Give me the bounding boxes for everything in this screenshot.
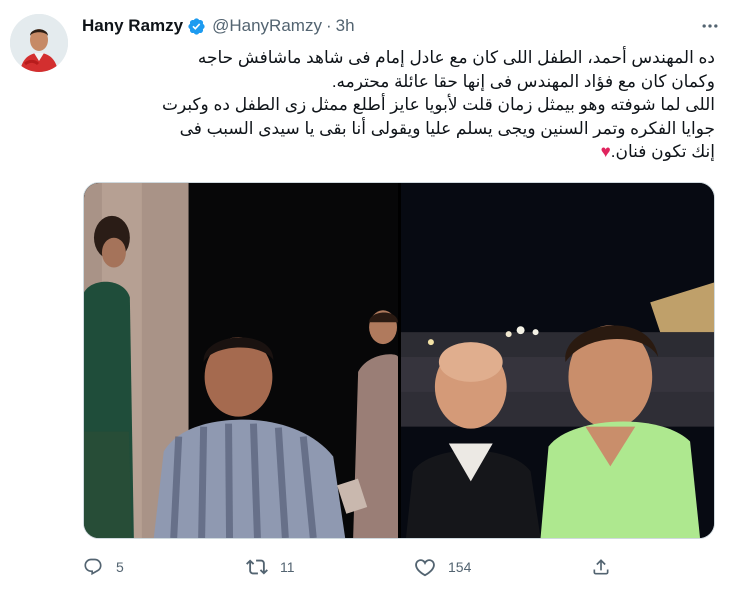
display-name[interactable]: Hany Ramzy	[82, 16, 183, 36]
photo-classic-film-still[interactable]	[84, 183, 398, 538]
photo-selfie-two-men[interactable]	[401, 183, 714, 538]
avatar[interactable]	[10, 14, 68, 72]
tweet-text-last: إنك تكون فنان.	[610, 142, 715, 161]
retweet-icon	[246, 556, 268, 578]
tweet-text-line: ده المهندس أحمد، الطفل اللى كان مع عادل …	[197, 48, 715, 67]
tweet-text: ده المهندس أحمد، الطفل اللى كان مع عادل …	[82, 46, 715, 164]
reply-count: 5	[116, 559, 124, 575]
more-options-button[interactable]	[696, 14, 724, 38]
tweet-actions: 5 11 154	[82, 553, 622, 581]
verified-badge-icon	[187, 17, 206, 36]
share-button[interactable]	[590, 553, 612, 581]
more-horizontal-icon	[702, 24, 718, 28]
tweet[interactable]: Hany Ramzy @HanyRamzy · 3h ده المهندس أح…	[0, 0, 737, 592]
tweet-text-line-last: إنك تكون فنان.♥	[82, 140, 715, 164]
handle[interactable]: @HanyRamzy	[212, 16, 322, 36]
timestamp[interactable]: 3h	[336, 16, 355, 36]
retweet-count: 11	[280, 559, 295, 575]
tweet-text-line: وكمان كان مع فؤاد المهندس فى إنها حقا عا…	[331, 71, 715, 91]
film-still-image	[84, 183, 398, 538]
heart-outline-icon	[414, 556, 436, 578]
heart-emoji: ♥	[600, 142, 611, 161]
reply-button[interactable]: 5	[82, 553, 124, 581]
selfie-image	[401, 183, 714, 538]
tweet-header: Hany Ramzy @HanyRamzy · 3h	[82, 15, 355, 37]
tweet-text-line: جوايا الفكره وتمر السنين ويجى يسلم عليا …	[179, 118, 715, 138]
separator-dot: ·	[325, 16, 332, 35]
retweet-button[interactable]: 11	[246, 553, 295, 581]
media-grid	[83, 182, 715, 539]
avatar-image	[10, 14, 68, 72]
share-icon	[590, 556, 612, 578]
like-count: 154	[448, 559, 472, 575]
like-button[interactable]: 154	[414, 553, 471, 581]
reply-icon	[82, 556, 104, 578]
tweet-text-line: اللى لما شوفته وهو بيمثل زمان قلت لأبويا…	[161, 95, 715, 114]
